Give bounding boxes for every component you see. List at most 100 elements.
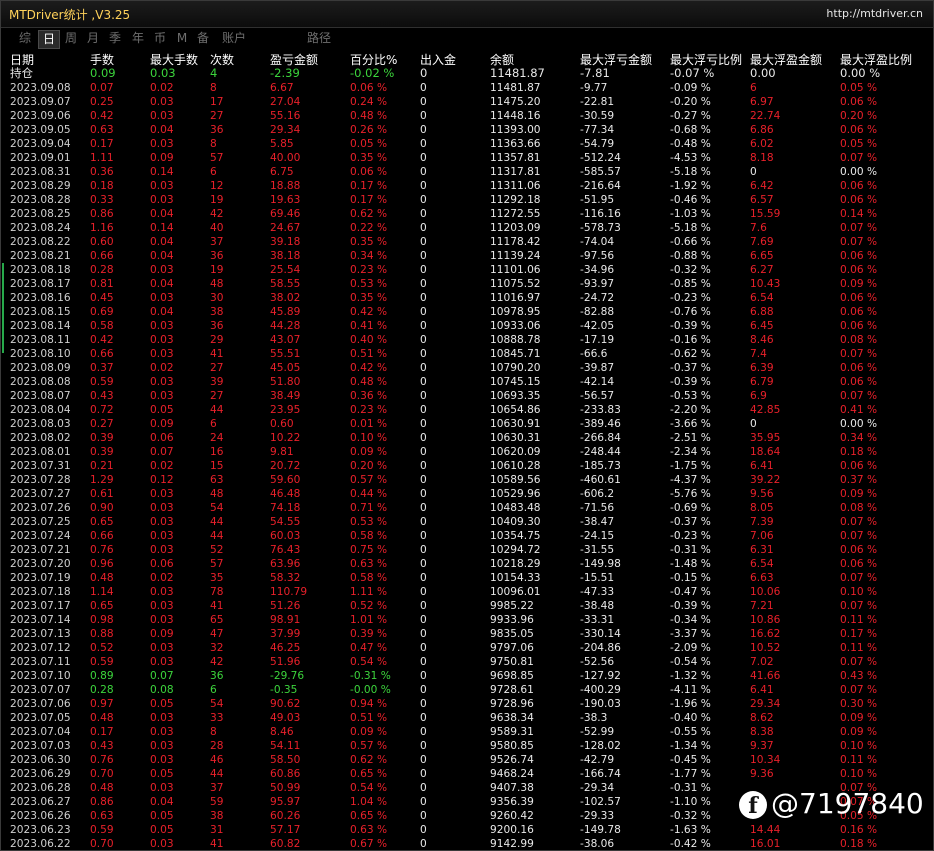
table-row[interactable]: 2023.07.10 0.89 0.07 36 -29.76 -0.31 % 0 9698.8… [1,669,933,683]
cell-balance: 9728.96 [490,698,534,710]
cell-max-lots: 0.03 [150,656,174,668]
cell-pnl: 60.82 [270,838,301,850]
table-row[interactable]: 2023.08.21 0.66 0.04 36 38.18 0.34 % 0 11139.24… [1,249,933,263]
table-row[interactable]: 2023.08.10 0.66 0.03 41 55.51 0.51 % 0 10845.71… [1,347,933,361]
table-row[interactable]: 2023.07.04 0.17 0.03 8 8.46 0.09 % 0 9589.31 -52… [1,725,933,739]
cell-max-float-loss: -31.55 [580,544,615,556]
table-row[interactable]: 2023.07.06 0.97 0.05 54 90.62 0.94 % 0 9728.96 -… [1,697,933,711]
table-row[interactable]: 2023.08.04 0.72 0.05 44 23.95 0.23 % 0 10654.86… [1,403,933,417]
cell-date: 2023.07.04 [10,726,71,738]
table-row[interactable]: 2023.08.24 1.16 0.14 40 24.67 0.22 % 0 11203.09… [1,221,933,235]
table-row[interactable]: 2023.06.30 0.76 0.03 46 58.50 0.62 % 0 9526.74 -… [1,753,933,767]
cell-pnl: 43.07 [270,334,301,346]
table-row[interactable]: 2023.09.05 0.63 0.04 36 29.34 0.26 % 0 11393.00… [1,123,933,137]
table-row[interactable]: 2023.08.02 0.39 0.06 24 10.22 0.10 % 0 10630.31… [1,431,933,445]
table-row[interactable]: 2023.09.08 0.07 0.02 8 6.67 0.06 % 0 11481.87 -9… [1,81,933,95]
table-row[interactable]: 2023.07.18 1.14 0.03 78 110.79 1.11 % 0 10096.0… [1,585,933,599]
table-row[interactable]: 2023.08.31 0.36 0.14 6 6.75 0.06 % 0 11317.81 -5… [1,165,933,179]
cell-max-lots: 0.09 [150,418,174,430]
table-row[interactable]: 2023.08.28 0.33 0.03 19 19.63 0.17 % 0 11292.18… [1,193,933,207]
tab-6[interactable]: 币 [150,30,170,47]
table-row[interactable]: 2023.07.12 0.52 0.03 32 46.25 0.47 % 0 9797.06 -… [1,641,933,655]
cell-pnl: 39.18 [270,236,301,248]
table-row[interactable]: 2023.08.09 0.37 0.02 27 45.05 0.42 % 0 10790.20… [1,361,933,375]
table-row[interactable]: 2023.06.29 0.70 0.05 44 60.86 0.65 % 0 9468.24 -… [1,767,933,781]
table-row[interactable]: 2023.08.22 0.60 0.04 37 39.18 0.35 % 0 11178.42… [1,235,933,249]
table-row[interactable]: 2023.07.07 0.28 0.08 6 -0.35 -0.00 % 0 9728.61 -… [1,683,933,697]
cell-pnl: 24.67 [270,222,301,234]
tab-2[interactable]: 周 [61,30,81,47]
cell-max-float-profit-pct: 0.06 % [840,558,878,570]
tab-8[interactable]: 备 [193,30,213,47]
tab-10[interactable]: 路径 [301,30,337,47]
table-row[interactable]: 2023.07.31 0.21 0.02 15 20.72 0.20 % 0 10610.28… [1,459,933,473]
cell-lots: 0.18 [90,180,114,192]
cell-count: 27 [210,110,224,122]
table-row[interactable]: 2023.07.19 0.48 0.02 35 58.32 0.58 % 0 10154.33… [1,571,933,585]
table-row[interactable]: 2023.08.08 0.59 0.03 39 51.80 0.48 % 0 10745.15… [1,375,933,389]
table-row[interactable]: 2023.08.18 0.28 0.03 19 25.54 0.23 % 0 11101.06… [1,263,933,277]
table-row[interactable]: 2023.07.17 0.65 0.03 41 51.26 0.52 % 0 9985.22 -… [1,599,933,613]
cell-percent: 0.53 % [350,278,388,290]
cell-percent: 0.51 % [350,712,388,724]
table-row[interactable]: 2023.08.01 0.39 0.07 16 9.81 0.09 % 0 10620.09 -… [1,445,933,459]
tab-3[interactable]: 月 [83,30,103,47]
cell-max-float-profit-pct: 0.10 % [840,768,878,780]
table-row[interactable]: 2023.09.06 0.42 0.03 27 55.16 0.48 % 0 11448.16… [1,109,933,123]
table-row[interactable]: 2023.07.11 0.59 0.03 42 51.96 0.54 % 0 9750.81 -… [1,655,933,669]
cell-percent: 0.47 % [350,642,388,654]
cell-max-float-profit: 7.06 [750,530,774,542]
tab-1[interactable]: 日 [38,30,60,49]
cell-lots: 1.29 [90,474,114,486]
table-row[interactable]: 2023.07.26 0.90 0.03 54 74.18 0.71 % 0 10483.48… [1,501,933,515]
cell-date: 2023.07.27 [10,488,71,500]
tab-4[interactable]: 季 [105,30,125,47]
cell-count: 44 [210,768,224,780]
cell-pnl: 46.25 [270,642,301,654]
table-row[interactable]: 2023.09.04 0.17 0.03 8 5.85 0.05 % 0 11363.66 -5… [1,137,933,151]
table-row[interactable]: 2023.07.13 0.88 0.09 47 37.99 0.39 % 0 9835.05 -… [1,627,933,641]
table-row[interactable]: 2023.08.29 0.18 0.03 12 18.88 0.17 % 0 11311.06… [1,179,933,193]
table-row[interactable]: 2023.08.14 0.58 0.03 36 44.28 0.41 % 0 10933.06… [1,319,933,333]
tab-7[interactable]: M [173,30,191,47]
table-row[interactable]: 2023.07.21 0.76 0.03 52 76.43 0.75 % 0 10294.72… [1,543,933,557]
cell-date: 2023.08.31 [10,166,71,178]
table-row[interactable]: 2023.07.27 0.61 0.03 48 46.48 0.44 % 0 10529.96… [1,487,933,501]
tab-0[interactable]: 综 [15,30,35,47]
table-row[interactable]: 2023.08.17 0.81 0.04 48 58.55 0.53 % 0 11075.52… [1,277,933,291]
cell-date: 2023.08.03 [10,418,71,430]
table-row[interactable]: 2023.07.05 0.48 0.03 33 49.03 0.51 % 0 9638.34 -… [1,711,933,725]
table-row[interactable]: 2023.09.01 1.11 0.09 57 40.00 0.35 % 0 11357.81… [1,151,933,165]
table-row[interactable]: 2023.07.20 0.96 0.06 57 63.96 0.63 % 0 10218.29… [1,557,933,571]
table-row[interactable]: 2023.07.28 1.29 0.12 63 59.60 0.57 % 0 10589.56… [1,473,933,487]
table-row[interactable]: 2023.06.22 0.70 0.03 41 60.82 0.67 % 0 9142.99 -… [1,837,933,850]
table-row[interactable]: 2023.08.03 0.27 0.09 6 0.60 0.01 % 0 10630.91 -3… [1,417,933,431]
cell-lots: 0.63 [90,810,114,822]
tab-9[interactable]: 账户 [217,30,251,47]
table-row[interactable]: 2023.08.16 0.45 0.03 30 38.02 0.35 % 0 11016.97… [1,291,933,305]
cell-percent: 0.41 % [350,320,388,332]
window-title: MTDriver统计 ,V3.25 [9,8,131,22]
table-row[interactable]: 2023.07.03 0.43 0.03 28 54.11 0.57 % 0 9580.85 -… [1,739,933,753]
cell-pnl: 58.50 [270,754,301,766]
table-row[interactable]: 2023.08.15 0.69 0.04 38 45.89 0.42 % 0 10978.95… [1,305,933,319]
table-row[interactable]: 2023.08.11 0.42 0.03 29 43.07 0.40 % 0 10888.78… [1,333,933,347]
cell-count: 31 [210,824,224,836]
table-row[interactable]: 2023.06.23 0.59 0.05 31 57.17 0.63 % 0 9200.16 -… [1,823,933,837]
cell-max-float-loss: -38.3 [580,712,608,724]
tab-5[interactable]: 年 [128,30,148,47]
cell-balance: 9698.85 [490,670,534,682]
table-row[interactable]: 2023.08.25 0.86 0.04 42 69.46 0.62 % 0 11272.55… [1,207,933,221]
cell-lots: 0.59 [90,376,114,388]
table-row[interactable]: 2023.08.07 0.43 0.03 27 38.49 0.36 % 0 10693.35… [1,389,933,403]
table-row[interactable]: 2023.07.25 0.65 0.03 44 54.55 0.53 % 0 10409.30… [1,515,933,529]
table-row[interactable]: 2023.09.07 0.25 0.03 17 27.04 0.24 % 0 11475.20… [1,95,933,109]
cell-max-float-loss: -204.86 [580,642,621,654]
holding-row[interactable]: 持仓 0.09 0.03 4 -2.39 -0.02 % 0 11481.87 -7.81 -0.… [1,66,933,80]
cell-date: 2023.06.27 [10,796,71,808]
table-row[interactable]: 2023.07.24 0.66 0.03 44 60.03 0.58 % 0 10354.75… [1,529,933,543]
website-link[interactable]: http://mtdriver.cn [826,7,923,20]
cell-max-float-loss: -74.04 [580,236,615,248]
cell-pnl: 38.02 [270,292,301,304]
table-row[interactable]: 2023.07.14 0.98 0.03 65 98.91 1.01 % 0 9933.96 -… [1,613,933,627]
